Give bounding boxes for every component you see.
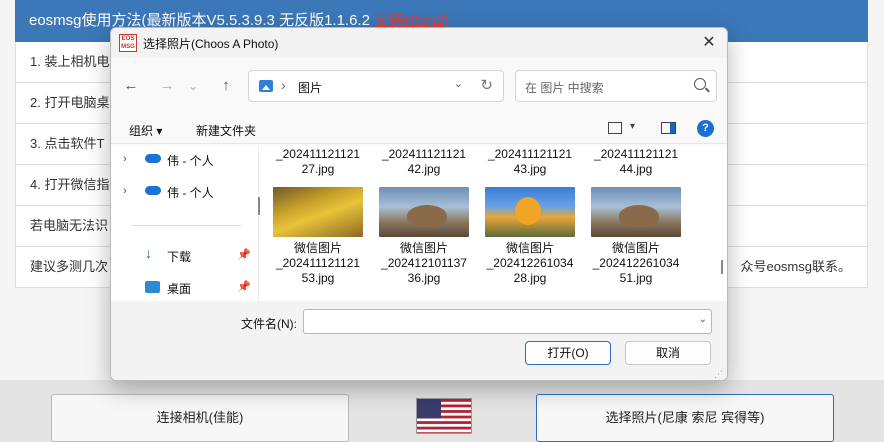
eosmsg-app-icon: EOS MSG <box>119 34 137 52</box>
search-icon <box>694 78 706 90</box>
file-item[interactable]: 微信图片 _202412101137 36.jpg <box>372 187 476 286</box>
file-item[interactable]: _202411121121 44.jpg <box>584 147 688 177</box>
command-bar: 组织 ▾ 新建文件夹 ▾ ? <box>111 114 727 144</box>
search-input[interactable]: 在 图片 中搜索 <box>515 70 717 102</box>
dialog-titlebar[interactable]: EOS MSG 选择照片(Choos A Photo) ✕ <box>111 28 727 58</box>
breadcrumb-pictures[interactable]: 图片 <box>298 79 322 96</box>
file-item[interactable]: 微信图片 _202412261034 28.jpg <box>478 187 582 286</box>
resize-grip-icon[interactable]: ⋰ <box>714 369 723 380</box>
refresh-icon[interactable]: ↻ <box>480 76 493 94</box>
sidebar-item-onedrive[interactable]: › 伟 - 个人 <box>121 149 251 173</box>
sidebar-item-label: 伟 - 个人 <box>167 186 214 200</box>
sidebar-item-label: 下载 <box>167 250 192 264</box>
connect-camera-button[interactable]: 连接相机(佳能) <box>51 394 349 442</box>
expand-chevron-icon[interactable]: › <box>123 185 127 197</box>
onedrive-cloud-icon <box>145 186 161 195</box>
pin-icon[interactable]: 📌 <box>237 248 251 261</box>
search-placeholder: 在 图片 中搜索 <box>525 81 604 95</box>
dialog-title: 选择照片(Choos A Photo) <box>143 37 279 51</box>
dialog-body: › 伟 - 个人 › 伟 - 个人 ↓ 下载 📌 桌面 📌 _202411121… <box>111 145 727 301</box>
organize-menu[interactable]: 组织 ▾ <box>129 122 162 139</box>
view-dropdown-icon[interactable]: ▾ <box>630 121 635 132</box>
dialog-footer: 文件名(N): ⌄ 打开(O) 取消 ⋰ <box>111 301 727 380</box>
filename-input[interactable]: ⌄ <box>303 309 712 334</box>
view-mode-icon[interactable] <box>608 122 622 134</box>
image-thumbnail <box>485 187 575 237</box>
sidebar-item-label: 伟 - 个人 <box>167 154 214 168</box>
navigation-pane: › 伟 - 个人 › 伟 - 个人 ↓ 下载 📌 桌面 📌 <box>111 145 260 301</box>
image-thumbnail <box>379 187 469 237</box>
new-folder-button[interactable]: 新建文件夹 <box>196 122 256 139</box>
navigation-bar: ← → ⌄ ↑ › 图片 ⌄ ↻ 在 图片 中搜索 <box>111 66 727 106</box>
address-dropdown-icon[interactable]: ⌄ <box>454 77 463 90</box>
file-item[interactable]: 微信图片 _202411121121 53.jpg <box>266 187 370 286</box>
sidebar-divider <box>131 225 241 226</box>
file-grid: _202411121121 27.jpg _202411121121 42.jpg … <box>266 145 716 301</box>
sidebar-scrollbar[interactable] <box>258 197 260 215</box>
file-item[interactable]: _202411121121 43.jpg <box>478 147 582 177</box>
address-bar[interactable]: › 图片 ⌄ ↻ <box>248 70 504 102</box>
file-item[interactable]: _202411121121 27.jpg <box>266 147 370 177</box>
pictures-folder-icon <box>259 80 273 92</box>
onedrive-cloud-icon <box>145 154 161 163</box>
desktop-icon <box>145 281 160 293</box>
close-icon[interactable]: ✕ <box>697 31 721 55</box>
file-open-dialog: EOS MSG 选择照片(Choos A Photo) ✕ ← → ⌄ ↑ › … <box>110 27 728 381</box>
sidebar-item-desktop[interactable]: 桌面 📌 <box>121 277 251 301</box>
file-item[interactable]: _202411121121 42.jpg <box>372 147 476 177</box>
filename-label: 文件名(N): <box>241 317 297 331</box>
file-grid-scrollbar[interactable] <box>721 260 723 274</box>
forward-arrow-icon[interactable]: → <box>155 74 179 98</box>
select-photo-button[interactable]: 选择照片(尼康 索尼 宾得等) <box>536 394 834 442</box>
up-arrow-icon[interactable]: ↑ <box>214 74 238 98</box>
filename-dropdown-icon[interactable]: ⌄ <box>699 314 707 325</box>
cancel-button[interactable]: 取消 <box>625 341 711 365</box>
image-thumbnail <box>273 187 363 237</box>
pin-icon[interactable]: 📌 <box>237 280 251 293</box>
back-arrow-icon[interactable]: ← <box>119 74 143 98</box>
recent-locations-dropdown-icon[interactable]: ⌄ <box>181 74 205 98</box>
help-icon[interactable]: ? <box>697 120 714 137</box>
breadcrumb-separator: › <box>281 77 286 93</box>
expand-chevron-icon[interactable]: › <box>123 153 127 165</box>
preview-pane-icon[interactable] <box>661 122 676 134</box>
sidebar-item-label: 桌面 <box>167 282 192 296</box>
sidebar-item-onedrive[interactable]: › 伟 - 个人 <box>121 181 251 205</box>
file-item[interactable]: 微信图片 _202412261034 51.jpg <box>584 187 688 286</box>
sidebar-item-downloads[interactable]: ↓ 下载 📌 <box>121 245 251 269</box>
download-icon: ↓ <box>145 245 152 261</box>
image-thumbnail <box>591 187 681 237</box>
open-button[interactable]: 打开(O) <box>525 341 611 365</box>
us-flag-icon[interactable] <box>416 398 472 434</box>
